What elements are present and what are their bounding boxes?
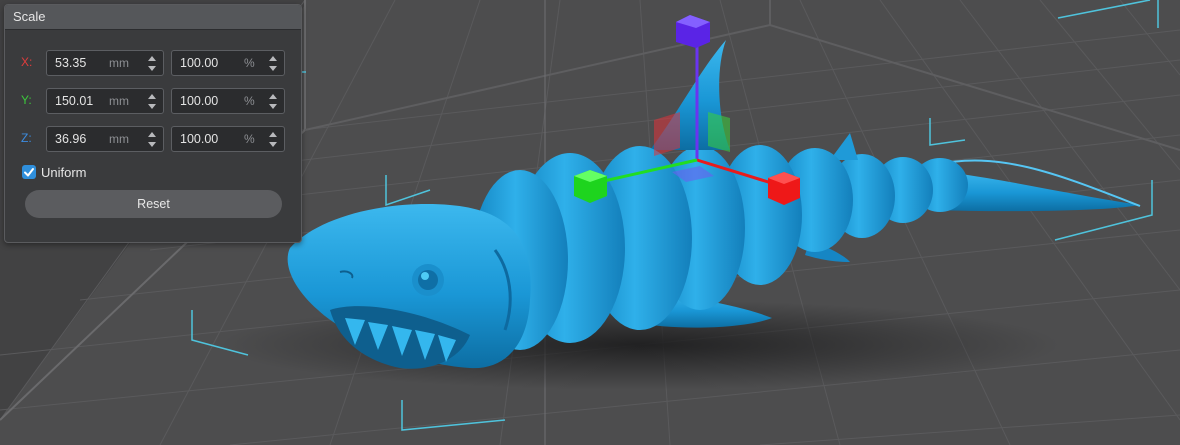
y-percent-spinner[interactable] xyxy=(268,92,278,112)
scale-row-y: Y: 150.01 mm 100.00 % xyxy=(5,88,301,114)
uniform-label: Uniform xyxy=(41,165,87,180)
y-percent-unit: % xyxy=(244,94,255,108)
scale-panel: Scale X: 53.35 mm 100.00 % Y: 150.01 mm xyxy=(4,4,302,243)
spin-up-icon[interactable] xyxy=(148,56,156,61)
x-percent-input[interactable]: 100.00 % xyxy=(171,50,285,76)
spin-down-icon[interactable] xyxy=(269,104,277,109)
scale-row-x: X: 53.35 mm 100.00 % xyxy=(5,50,301,76)
y-percent-input[interactable]: 100.00 % xyxy=(171,88,285,114)
x-percent-value: 100.00 xyxy=(180,56,219,70)
panel-title: Scale xyxy=(5,5,301,30)
reset-button[interactable]: Reset xyxy=(25,190,282,218)
yz-plane-handle[interactable] xyxy=(708,112,730,152)
axis-label-y: Y: xyxy=(21,93,32,107)
x-size-spinner[interactable] xyxy=(147,54,157,74)
y-size-input[interactable]: 150.01 mm xyxy=(46,88,164,114)
checkmark-icon xyxy=(24,168,34,177)
z-percent-value: 100.00 xyxy=(180,132,219,146)
z-size-unit: mm xyxy=(109,132,129,146)
z-percent-input[interactable]: 100.00 % xyxy=(171,126,285,152)
spin-up-icon[interactable] xyxy=(269,94,277,99)
z-size-input[interactable]: 36.96 mm xyxy=(46,126,164,152)
x-axis-handle[interactable] xyxy=(768,172,800,205)
x-size-input[interactable]: 53.35 mm xyxy=(46,50,164,76)
axis-label-x: X: xyxy=(21,55,33,69)
z-size-value: 36.96 xyxy=(55,132,87,146)
spin-down-icon[interactable] xyxy=(269,66,277,71)
x-percent-spinner[interactable] xyxy=(268,54,278,74)
spin-down-icon[interactable] xyxy=(148,66,156,71)
spin-down-icon[interactable] xyxy=(148,104,156,109)
y-size-value: 150.01 xyxy=(55,94,94,108)
y-percent-value: 100.00 xyxy=(180,94,219,108)
spin-down-icon[interactable] xyxy=(148,142,156,147)
z-size-spinner[interactable] xyxy=(147,130,157,150)
spin-up-icon[interactable] xyxy=(269,56,277,61)
x-size-value: 53.35 xyxy=(55,56,87,70)
axis-label-z: Z: xyxy=(21,131,32,145)
z-percent-unit: % xyxy=(244,132,255,146)
spin-up-icon[interactable] xyxy=(269,132,277,137)
y-size-spinner[interactable] xyxy=(147,92,157,112)
x-size-unit: mm xyxy=(109,56,129,70)
spin-up-icon[interactable] xyxy=(148,132,156,137)
spin-down-icon[interactable] xyxy=(269,142,277,147)
scale-row-z: Z: 36.96 mm 100.00 % xyxy=(5,126,301,152)
z-percent-spinner[interactable] xyxy=(268,130,278,150)
y-size-unit: mm xyxy=(109,94,129,108)
spin-up-icon[interactable] xyxy=(148,94,156,99)
x-percent-unit: % xyxy=(244,56,255,70)
uniform-checkbox[interactable] xyxy=(22,165,36,179)
